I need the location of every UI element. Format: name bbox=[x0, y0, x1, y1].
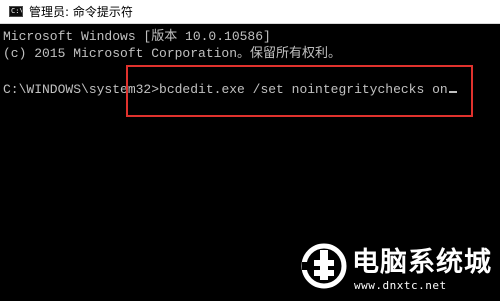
watermark-logo-icon bbox=[301, 243, 347, 289]
watermark-url: www.dnxtc.net bbox=[354, 279, 447, 292]
watermark: 电脑系统城 www.dnxtc.net bbox=[300, 240, 498, 298]
cmd-icon: C:\ bbox=[9, 6, 23, 17]
console-line-version: Microsoft Windows [版本 10.0.10586] bbox=[3, 29, 271, 44]
highlight-annotation-box bbox=[126, 65, 473, 117]
watermark-brand: 电脑系统城 bbox=[352, 247, 492, 278]
title-bar[interactable]: C:\ 管理员: 命令提示符 bbox=[0, 0, 500, 24]
console-line-copyright: (c) 2015 Microsoft Corporation。保留所有权利。 bbox=[3, 46, 342, 61]
window-title: 管理员: 命令提示符 bbox=[29, 5, 133, 19]
command-prompt-window: C:\ 管理员: 命令提示符 Microsoft Windows [版本 10.… bbox=[0, 0, 500, 301]
